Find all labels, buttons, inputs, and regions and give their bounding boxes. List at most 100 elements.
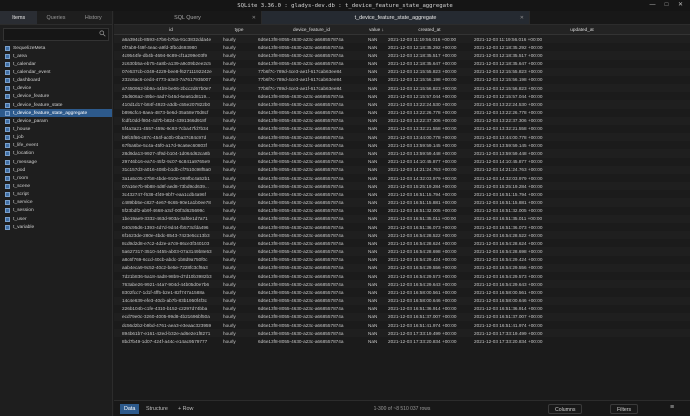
table-cell[interactable]: 2021-12-03 15:25:19.284 +00:00	[385, 184, 471, 189]
table-cell[interactable]: 2021-12-03 12:15:55.823 +00:00	[385, 69, 471, 74]
table-cell[interactable]: 2021-12-03 14:10:45.877 +00:00	[385, 159, 471, 164]
table-row[interactable]: 3a1a5c05-27b8-4bde-910e-069fbc4a52b1 hour…	[114, 174, 690, 182]
table-cell[interactable]: hourly	[220, 118, 255, 123]
table-cell[interactable]: 2021-12-03 14:32:03.979 +00:00	[385, 176, 471, 181]
table-cell[interactable]: NaN	[365, 143, 385, 148]
table-cell[interactable]: 6d6e13f8-8055-4630-a23c-a668557874a	[255, 282, 365, 287]
table-cell[interactable]: 2021-12-03 16:58:00.646 +00:00	[471, 298, 690, 303]
table-row[interactable]: 040c95d6-1393-4d7d-9d44-fb573cfda496 hour…	[114, 223, 690, 231]
table-cell[interactable]: 77b6f7c-789d-4ce3-ae1f-617cab63ee84	[255, 69, 365, 74]
table-cell[interactable]: NaN	[365, 274, 385, 279]
table-cell[interactable]: hourly	[220, 241, 255, 246]
table-cell[interactable]: 2021-12-03 16:51:15.794 +00:00	[385, 192, 471, 197]
table-cell[interactable]: NaN	[365, 192, 385, 197]
column-header[interactable]: value ↓	[365, 27, 385, 32]
table-cell[interactable]: hourly	[220, 176, 255, 181]
table-cell[interactable]: hourly	[220, 274, 255, 279]
table-cell[interactable]: 14c4e639-efe3-40cb-ab7b-83b1950f4f3c	[119, 298, 220, 303]
table-cell[interactable]: 2021-12-03 16:51:36.073 +00:00	[385, 225, 471, 230]
table-cell[interactable]: NaN	[365, 298, 385, 303]
table-cell[interactable]: 2021-12-03 12:15:57.044 +00:00	[471, 94, 690, 99]
table-row[interactable]: 14c4e639-efe3-40cb-ab7b-83b1950f4f3c hour…	[114, 296, 690, 305]
column-header[interactable]: type	[220, 27, 255, 32]
table-cell[interactable]: 6d6e13f8-8055-4630-a23c-a668557874a	[255, 192, 365, 197]
sidebar-item-t-room[interactable]: t_room	[0, 174, 112, 182]
table-cell[interactable]: hourly	[220, 290, 255, 295]
sidebar-item-t-job[interactable]: t_job	[0, 134, 112, 142]
sidebar-item-t-area[interactable]: t_area	[0, 52, 112, 60]
table-cell[interactable]: 5f4a3a21-4557-459c-9c93-7cba47fd7b34	[119, 126, 220, 131]
table-cell[interactable]: hourly	[220, 314, 255, 319]
table-row[interactable]: 8cd9d2d8-e7c2-4d2e-a7c9-86ce3f340103 hour…	[114, 239, 690, 247]
table-cell[interactable]: 2021-12-03 16:54:28.522 +00:00	[385, 233, 471, 238]
table-cell[interactable]: hourly	[220, 77, 255, 82]
filters-button[interactable]: Filters	[610, 404, 639, 414]
table-row[interactable]: 763abe26-9921-44a7-904d-44b05d0e7b6 hourl…	[114, 280, 690, 289]
table-cell[interactable]: 2021-12-03 13:44:00.778 +00:00	[385, 135, 471, 140]
table-cell[interactable]: 2021-12-03 16:54:29.556 +00:00	[385, 265, 471, 270]
table-cell[interactable]: NaN	[365, 53, 385, 58]
table-cell[interactable]: 07a16e7b-9b88-4d8f-aed8-73bd9cd639...	[119, 184, 220, 189]
table-cell[interactable]: 6d6e13f8-8055-4630-a23c-a668557874a	[255, 314, 365, 319]
table-cell[interactable]: 2021-12-03 15:25:19.284 +00:00	[471, 184, 690, 189]
table-cell[interactable]: 2021-12-03 14:32:03.979 +00:00	[471, 176, 690, 181]
table-cell[interactable]: NaN	[365, 249, 385, 254]
table-cell[interactable]: 2021-12-03 16:51:36.914 +00:00	[385, 306, 471, 311]
table-cell[interactable]: ecd79e0c-3260-4005-99d8-4b21696bf50a	[119, 314, 220, 319]
table-cell[interactable]: 2021-12-03 16:51:15.794 +00:00	[471, 192, 690, 197]
table-cell[interactable]: 2021-12-03 17:33:19.499 +00:00	[471, 331, 690, 336]
table-cell[interactable]: 0f7ab9-f49f-4eac-a9fd-3fbcd693980	[119, 45, 220, 50]
table-cell[interactable]: hourly	[220, 45, 255, 50]
table-cell[interactable]: hourly	[220, 143, 255, 148]
table-cell[interactable]: 2021-12-03 11:19:56.016 +00:00	[385, 37, 471, 42]
table-cell[interactable]: 2021-12-03 16:51:35.011 +00:00	[471, 216, 690, 221]
table-cell[interactable]: 6d6e13f8-8055-4630-a23c-a668557874a	[255, 274, 365, 279]
table-cell[interactable]: 29746b16-ea74-45f2-9c07-6c841a9765e9	[119, 159, 220, 164]
table-cell[interactable]: 2021-12-03 16:54:29.573 +00:00	[385, 274, 471, 279]
table-cell[interactable]: 2021-12-03 16:54:28.522 +00:00	[471, 233, 690, 238]
table-cell[interactable]: NaN	[365, 314, 385, 319]
table-row[interactable]: 07e537cb-c049-4229-bee8-f62711192242e hou…	[114, 67, 690, 76]
table-row[interactable]: 29746b16-ea74-45f2-9c07-6c841a9765e9 hour…	[114, 158, 690, 166]
sidebar-item-t-user[interactable]: t_user	[0, 215, 112, 223]
sidebar-item-t-calendar[interactable]: t_calendar	[0, 60, 112, 68]
table-cell[interactable]: NaN	[365, 339, 385, 344]
tab-queries[interactable]: Queries	[37, 11, 74, 24]
table-cell[interactable]: 6d6e13f8-8055-4630-a23c-a668557874a	[255, 176, 365, 181]
table-cell[interactable]: NaN	[365, 37, 385, 42]
table-cell[interactable]: 2021-12-03 13:32:21.558 +00:00	[385, 126, 471, 131]
table-cell[interactable]: 2021-12-03 16:51:36.073 +00:00	[471, 225, 690, 230]
sidebar-search-input[interactable]	[3, 28, 109, 41]
table-cell[interactable]: hourly	[220, 298, 255, 303]
menu-icon[interactable]: ≡	[666, 403, 678, 413]
table-cell[interactable]: NaN	[365, 94, 385, 99]
table-cell[interactable]: 2021-12-03 12:15:56.823 +00:00	[471, 86, 690, 91]
table-cell[interactable]: 2021-12-03 11:19:56.016 +00:00	[471, 37, 690, 42]
table-cell[interactable]: 2021-12-03 16:54:29.573 +00:00	[471, 274, 690, 279]
table-cell[interactable]: 6d6e13f8-8055-4630-a23c-a668557874a	[255, 45, 365, 50]
table-cell[interactable]: NaN	[365, 176, 385, 181]
table-cell[interactable]: 6d6e13f8-8055-4630-a23c-a668557874a	[255, 257, 365, 262]
table-cell[interactable]: fcdf10dd-f804-4d7b-b824-4391366d918f	[119, 118, 220, 123]
table-cell[interactable]: hourly	[220, 233, 255, 238]
table-row[interactable]: 0f7ab9-f49f-4eac-a9fd-3fbcd693980 hourly 6…	[114, 43, 690, 51]
table-cell[interactable]: 6d6e13f8-8055-4630-a23c-a668557874a	[255, 118, 365, 123]
table-cell[interactable]: a7450962-bb9a-44b9-be06-2bcc2d67b0e7	[119, 86, 220, 91]
table-cell[interactable]: NaN	[365, 118, 385, 123]
table-cell[interactable]: 2021-12-03 17:33:20.834 +00:00	[385, 339, 471, 344]
table-cell[interactable]: 2021-12-03 12:15:56.198 +00:00	[385, 77, 471, 82]
table-cell[interactable]: NaN	[365, 257, 385, 262]
table-cell[interactable]: 2021-12-03 16:58:00.561 +00:00	[471, 290, 690, 295]
table-cell[interactable]: 2021-12-03 13:22:24.530 +00:00	[385, 102, 471, 107]
table-cell[interactable]: 2021-12-03 16:51:15.881 +00:00	[471, 200, 690, 205]
table-cell[interactable]: 2021-12-03 16:54:29.424 +00:00	[471, 257, 690, 262]
table-row[interactable]: 232c6ac6-ced4-4773-a3e3-7a7617935007 hour…	[114, 76, 690, 84]
table-cell[interactable]: 6d6e13f8-8055-4630-a23c-a668557874a	[255, 290, 365, 295]
table-cell[interactable]: NaN	[365, 323, 385, 328]
tab-history[interactable]: History	[75, 11, 112, 24]
table-row[interactable]: a6a394cb-8593-47b6-b7ba-91c3832dda4e hour…	[114, 35, 690, 44]
table-cell[interactable]: NaN	[365, 265, 385, 270]
table-row[interactable]: b9fc5f66-c87c-454f-ac0b-0ba37c84c97d hour…	[114, 133, 690, 142]
table-row[interactable]: 410d1d17-b84f-4923-a3db-c55e207822b0 hour…	[114, 100, 690, 109]
table-cell[interactable]: 2021-12-03 16:58:00.561 +00:00	[385, 290, 471, 295]
